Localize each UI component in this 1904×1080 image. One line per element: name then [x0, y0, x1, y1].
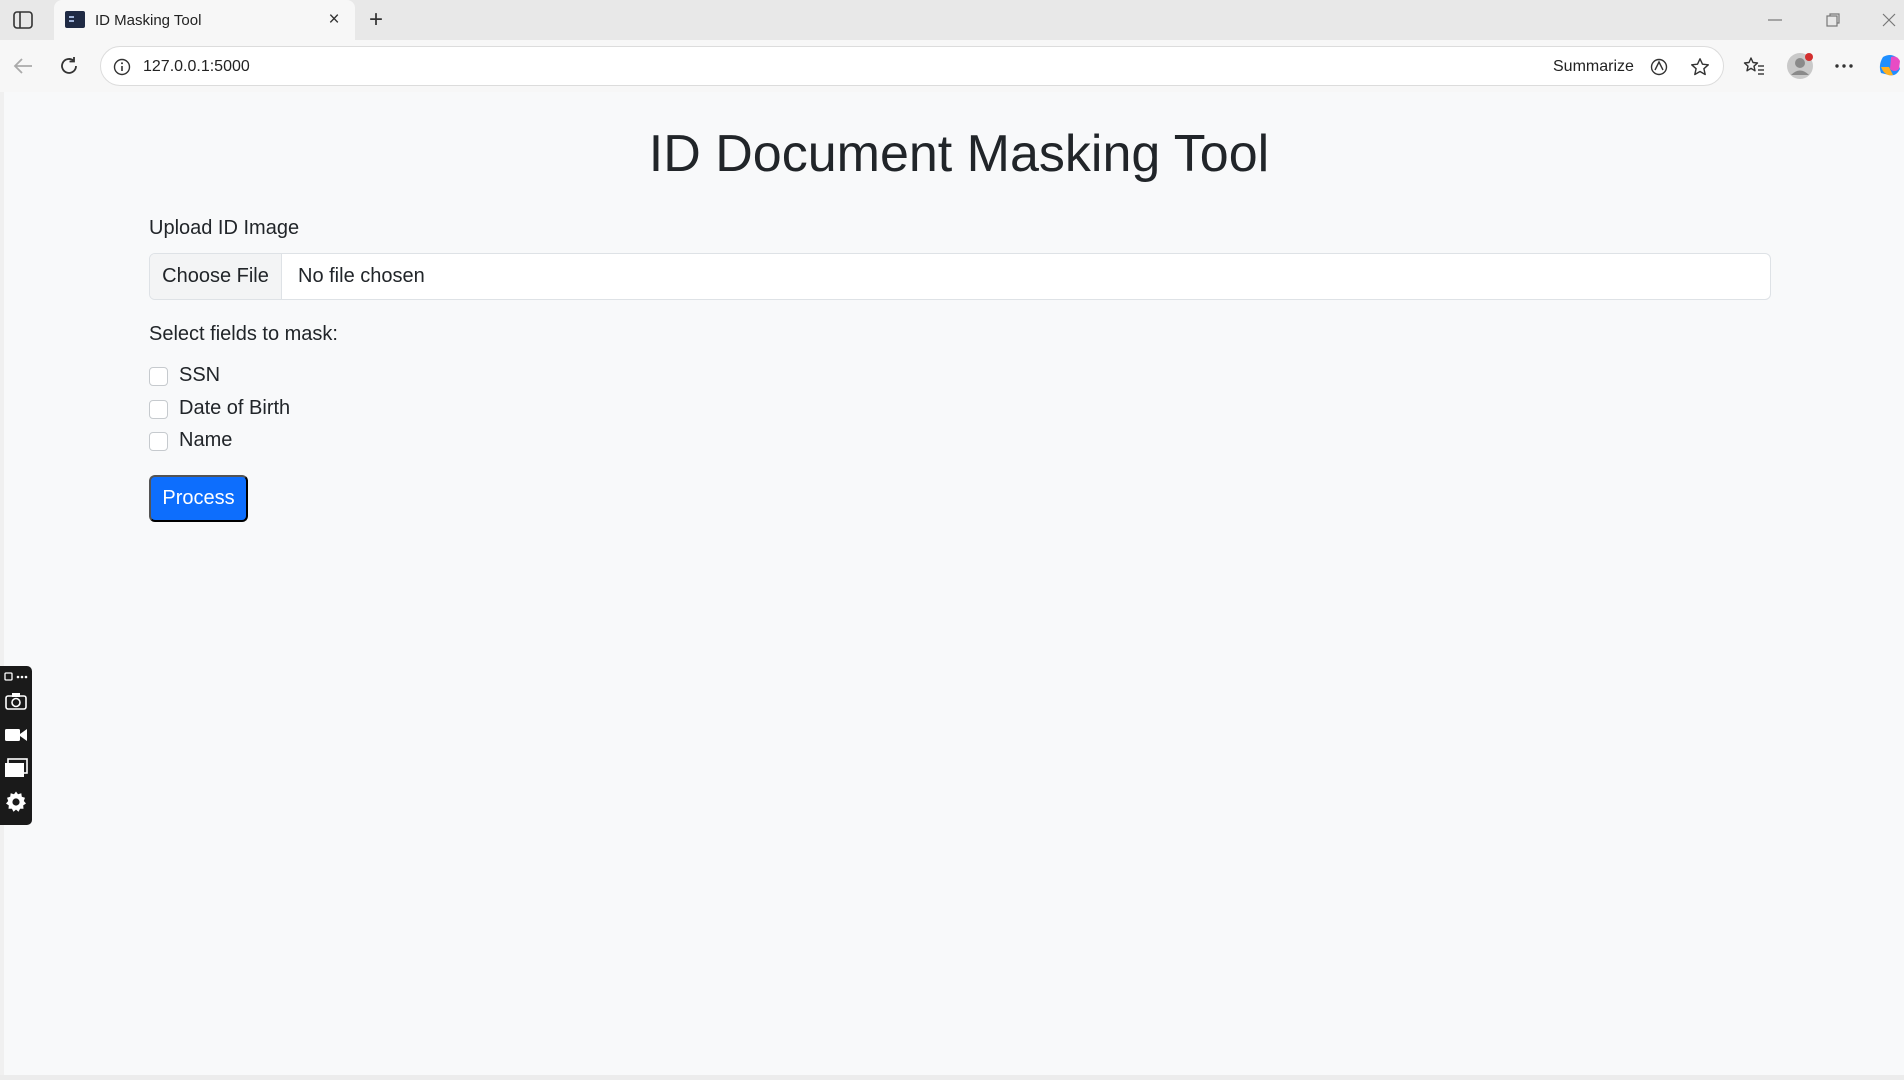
favorites-list-icon[interactable] [1740, 52, 1768, 80]
page-title: ID Document Masking Tool [648, 125, 1270, 183]
address-bar[interactable]: 127.0.0.1:5000 Summarize [100, 46, 1724, 86]
back-arrow-icon[interactable] [9, 52, 37, 80]
window-close-icon[interactable] [1874, 8, 1904, 32]
capture-toolbar [0, 666, 32, 825]
dob-label[interactable]: Date of Birth [179, 397, 290, 420]
ssn-label[interactable]: SSN [179, 364, 220, 387]
fields-label: Select fields to mask: [149, 323, 338, 345]
dob-checkbox[interactable] [149, 400, 168, 419]
terminal-favicon-icon [65, 11, 85, 28]
window-capture-icon[interactable] [3, 755, 29, 781]
process-button[interactable]: Process [149, 475, 248, 522]
minimize-icon[interactable] [1760, 8, 1790, 32]
choose-file-button[interactable]: Choose File [150, 254, 282, 299]
tab-title: ID Masking Tool [95, 12, 202, 29]
favorite-star-icon[interactable] [1689, 56, 1711, 78]
site-info-icon[interactable] [113, 58, 131, 76]
window-bottom-border [0, 1075, 1904, 1080]
name-checkbox[interactable] [149, 432, 168, 451]
copilot-icon[interactable] [1876, 52, 1904, 80]
profile-avatar-icon[interactable] [1786, 52, 1814, 80]
page-content: ID Document Masking Tool Upload ID Image… [4, 92, 1904, 1075]
widget-menu-icon[interactable] [3, 668, 29, 686]
more-options-icon[interactable] [1830, 52, 1858, 80]
file-status-text: No file chosen [298, 265, 425, 287]
browser-toolbar: 127.0.0.1:5000 Summarize [0, 40, 1904, 92]
tab-close-icon[interactable]: × [322, 8, 346, 32]
upload-label: Upload ID Image [149, 217, 300, 239]
file-input[interactable]: Choose File No file chosen [149, 253, 1771, 300]
browser-tab-bar: ID Masking Tool × + [0, 0, 1904, 40]
refresh-icon[interactable] [55, 52, 83, 80]
video-camera-icon[interactable] [3, 722, 29, 748]
restore-icon[interactable] [1818, 8, 1848, 32]
ssn-checkbox[interactable] [149, 367, 168, 386]
browser-tab[interactable]: ID Masking Tool × [54, 0, 355, 40]
name-label[interactable]: Name [179, 429, 232, 452]
url-text[interactable]: 127.0.0.1:5000 [143, 58, 250, 76]
camera-icon[interactable] [3, 688, 29, 714]
sidebar-toggle-icon[interactable] [12, 9, 34, 31]
copilot-summarize-icon[interactable] [1648, 56, 1670, 78]
summarize-button[interactable]: Summarize [1553, 58, 1634, 76]
settings-gear-icon[interactable] [3, 789, 29, 815]
new-tab-icon[interactable]: + [362, 6, 390, 34]
